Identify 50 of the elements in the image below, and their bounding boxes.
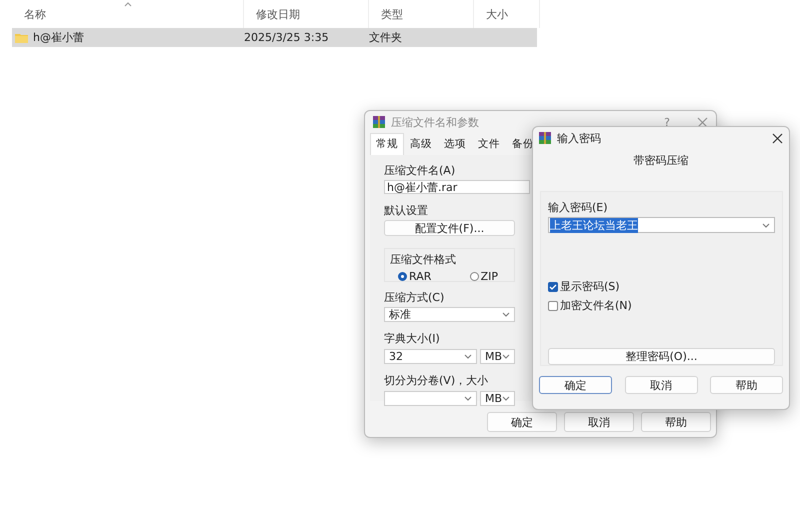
unit-combo[interactable]: MB <box>480 349 515 364</box>
dictionary-combo[interactable]: 32 <box>384 349 477 364</box>
radio-label: RAR <box>409 270 432 283</box>
file-type: 文件夹 <box>369 30 402 45</box>
chevron-icon <box>464 354 472 359</box>
tab[interactable]: 高级 <box>404 133 438 155</box>
window-title: 压缩文件名和参数 <box>391 114 479 130</box>
unit-combo[interactable]: MB <box>480 391 515 406</box>
tab[interactable]: 文件 <box>472 133 506 155</box>
dialog-button[interactable]: 确定 <box>539 376 612 394</box>
modified-date: 2025/3/25 3:35 <box>244 31 330 44</box>
method-combo[interactable]: 标准 <box>384 307 515 322</box>
app-logo-icon <box>539 132 551 144</box>
profiles-button[interactable]: 配置文件(F)... <box>384 220 515 236</box>
checkbox-label: 显示密码(S) <box>560 279 620 294</box>
folder-icon <box>15 32 28 42</box>
field-label: 输入密码(E) <box>548 200 609 215</box>
tab[interactable]: 常规 <box>370 133 404 155</box>
chevron-icon <box>502 312 510 317</box>
dialog-subtitle: 带密码压缩 <box>632 153 690 169</box>
group-label: 压缩文件格式 <box>390 253 456 266</box>
organize-button[interactable]: 整理密码(O)... <box>548 348 775 365</box>
password-field[interactable]: 上老王论坛当老王 <box>548 217 775 233</box>
dialog-button[interactable]: 帮助 <box>710 376 783 394</box>
file-row[interactable]: h@崔小蕾 2025/3/25 3:35 文件夹 <box>12 28 537 47</box>
close-icon[interactable] <box>772 132 783 144</box>
dialog-button[interactable]: 确定 <box>487 412 557 432</box>
dialog-button[interactable]: 帮助 <box>641 412 711 432</box>
checkbox-label: 加密文件名(N) <box>560 298 632 313</box>
chevron-icon <box>502 396 510 401</box>
chevron-icon <box>464 396 472 401</box>
field-label: 字典大小(I) <box>384 331 440 346</box>
dialog-button[interactable]: 取消 <box>624 376 698 394</box>
file-name: h@崔小蕾 <box>33 30 84 45</box>
window-title: 输入密码 <box>557 130 601 146</box>
field-label: 压缩文件名(A) <box>384 163 456 178</box>
checkbox[interactable] <box>548 282 558 292</box>
field-label: 压缩方式(C) <box>384 290 444 305</box>
radio-label: ZIP <box>480 270 498 283</box>
radio-button[interactable] <box>470 272 479 281</box>
tab[interactable]: 选项 <box>438 133 472 155</box>
radio-button[interactable] <box>398 272 407 281</box>
checkbox[interactable] <box>548 300 558 310</box>
dialog-button[interactable]: 取消 <box>564 412 634 432</box>
chevron-icon <box>762 222 770 228</box>
app-logo-icon <box>373 116 385 128</box>
archive-name-field[interactable]: h@崔小蕾.rar <box>384 180 530 194</box>
chevron-icon <box>502 354 510 359</box>
field-label: 默认设置 <box>384 203 428 218</box>
field-label: 切分为分卷(V)，大小 <box>384 373 488 388</box>
